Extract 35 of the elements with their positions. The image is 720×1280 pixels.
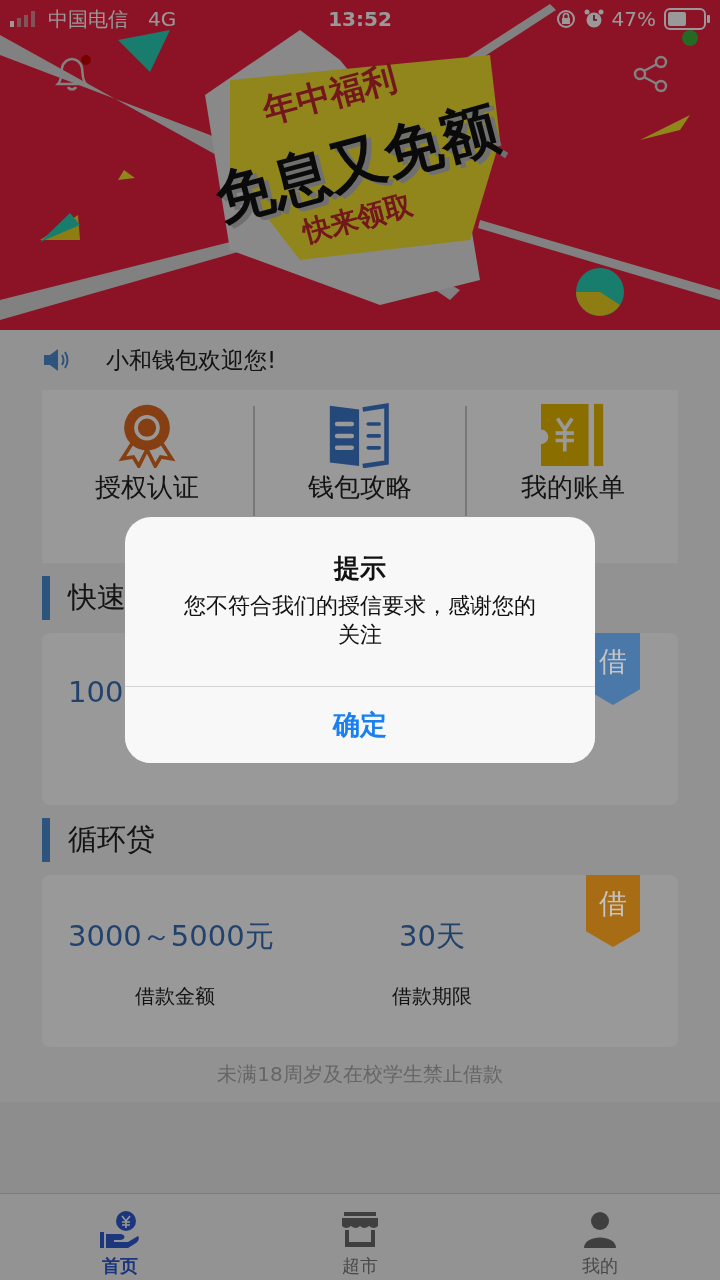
- battery-percent: 47%: [611, 7, 656, 31]
- triangle-decoration: [40, 213, 80, 242]
- clock-time: 13:52: [328, 7, 392, 31]
- rotation-lock-icon: [555, 9, 576, 29]
- coin-hand-icon: [98, 1210, 142, 1250]
- book-icon: [328, 402, 392, 468]
- share-icon[interactable]: [633, 55, 669, 93]
- ticket-icon: [540, 402, 605, 468]
- battery-icon: [664, 8, 710, 30]
- triangle-decoration: [640, 115, 690, 140]
- dialog-title: 提示: [334, 552, 386, 586]
- loan-value: 100: [68, 675, 124, 709]
- borrow-ribbon: 借: [586, 875, 640, 947]
- section-title: 快速: [68, 579, 126, 616]
- ball-decoration: [576, 268, 624, 316]
- loan-card[interactable]: 3000～5000元 借款金额 30天 借款期限 借: [42, 875, 678, 1047]
- shortcut-item[interactable]: 我的账单: [467, 402, 678, 563]
- loan-value: 30天: [399, 918, 465, 955]
- field-label: 借款期限: [392, 983, 472, 1010]
- section-marker: [42, 576, 50, 620]
- triangle-decoration: [118, 170, 135, 180]
- alarm-icon: [583, 9, 604, 29]
- triangle-decoration: [118, 30, 170, 72]
- speaker-icon: [42, 347, 70, 373]
- network-type: 4G: [148, 7, 177, 31]
- welcome-message: 小和钱包欢迎您!: [106, 345, 277, 375]
- loan-value: 3000～5000元: [68, 918, 274, 955]
- dot-decoration: [682, 30, 698, 46]
- carrier-name: 中国电信: [48, 5, 128, 33]
- field-label: 借款金额: [135, 983, 215, 1010]
- section-marker: [42, 818, 50, 862]
- tab-item[interactable]: 首页: [0, 1194, 240, 1280]
- dialog-message: 您不符合我们的授信要求，感谢您的关注: [183, 592, 537, 649]
- shortcut-item[interactable]: 授权认证: [42, 402, 253, 563]
- section-title: 循环贷: [68, 821, 155, 858]
